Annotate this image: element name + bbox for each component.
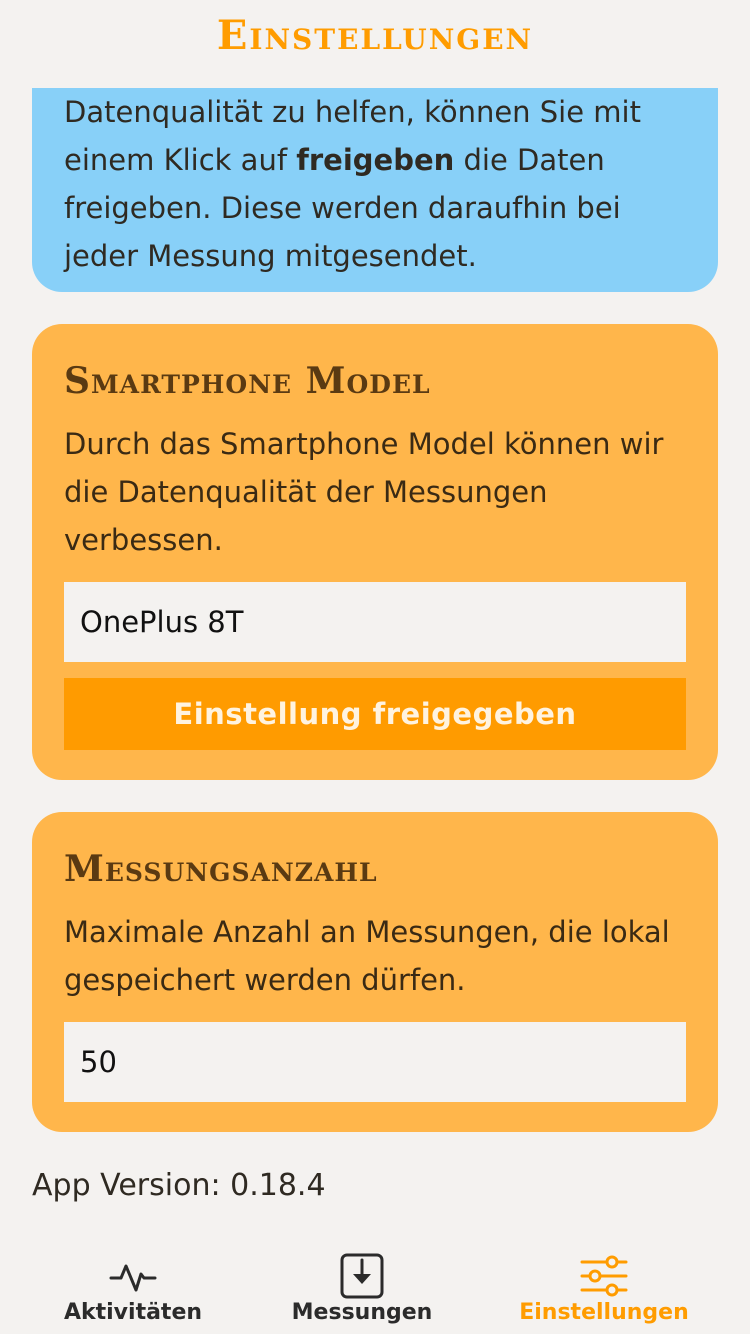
info-line-2-pre: einem Klick auf <box>64 143 297 177</box>
measurement-count-description: Maximale Anzahl an Messungen, die lokal … <box>64 915 670 997</box>
bottom-navigation: Aktivitäten Messungen Einstellungen <box>0 1240 750 1334</box>
activity-icon <box>109 1264 157 1292</box>
smartphone-model-heading: Smartphone Model <box>64 360 431 402</box>
info-card-text: Datenqualität zu helfen, können Sie mit … <box>64 88 686 280</box>
info-line-2-post: die Daten <box>454 143 605 177</box>
measurement-count-card: Messungsanzahl Maximale Anzahl an Messun… <box>32 812 718 1132</box>
info-line-4: jeder Messung mitgesendet. <box>64 239 477 273</box>
smartphone-model-card: Smartphone Model Durch das Smartphone Mo… <box>32 324 718 780</box>
smartphone-model-input[interactable] <box>64 582 686 662</box>
nav-label-settings: Einstellungen <box>519 1300 689 1325</box>
info-line-1: Datenqualität zu helfen, können Sie mit <box>64 95 641 129</box>
info-line-3: freigeben. Diese werden daraufhin bei <box>64 191 621 225</box>
page-title: Einstellungen <box>216 12 534 59</box>
download-box-icon <box>340 1253 384 1299</box>
measurement-count-input[interactable] <box>64 1022 686 1102</box>
share-setting-button[interactable]: Einstellung freigegeben <box>64 678 686 750</box>
nav-item-activities[interactable]: Aktivitäten <box>8 1240 258 1334</box>
nav-item-measurements[interactable]: Messungen <box>237 1240 487 1334</box>
measurement-count-heading: Messungsanzahl <box>64 848 378 890</box>
smartphone-model-description: Durch das Smartphone Model können wir di… <box>64 427 664 557</box>
data-sharing-info-card: Datenqualität zu helfen, können Sie mit … <box>32 88 718 292</box>
nav-item-settings[interactable]: Einstellungen <box>479 1240 729 1334</box>
sliders-icon <box>580 1255 628 1297</box>
app-version: App Version: 0.18.4 <box>32 1168 326 1203</box>
nav-label-measurements: Messungen <box>291 1300 433 1325</box>
info-line-2-bold: freigeben <box>296 143 455 177</box>
nav-label-activities: Aktivitäten <box>63 1300 203 1325</box>
